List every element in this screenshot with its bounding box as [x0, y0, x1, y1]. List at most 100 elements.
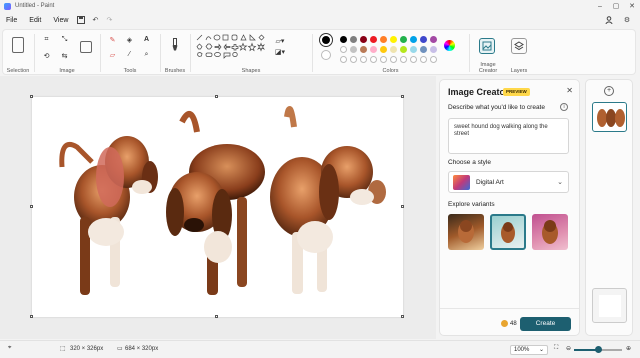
color-swatch[interactable]: [360, 36, 367, 43]
zoom-in-icon[interactable]: ⊕: [626, 345, 631, 352]
color-swatch[interactable]: [360, 46, 367, 53]
layers-icon[interactable]: [511, 38, 527, 54]
resize-handle[interactable]: [401, 95, 404, 98]
brush-icon[interactable]: [170, 37, 180, 51]
custom-color-slot[interactable]: [400, 56, 407, 63]
resize-handle[interactable]: [30, 315, 33, 318]
fit-to-window-icon[interactable]: ⛶: [554, 345, 558, 352]
close-icon[interactable]: ✕: [624, 0, 640, 12]
rotate-icon[interactable]: ⟲: [42, 51, 51, 60]
color-swatch[interactable]: [430, 36, 437, 43]
text-icon[interactable]: A: [142, 35, 151, 44]
shapes-gallery-icon[interactable]: [195, 34, 267, 62]
redo-icon[interactable]: ↷: [102, 13, 116, 27]
magnifier-icon[interactable]: ⌕: [142, 50, 151, 59]
custom-color-slot[interactable]: [340, 56, 347, 63]
layer-thumbnail-active[interactable]: [592, 102, 627, 132]
fill-bucket-icon[interactable]: ◈: [125, 35, 134, 44]
color-swatch[interactable]: [390, 46, 397, 53]
status-bar: ⌖ ⬚ 320 × 326px ▭ 684 × 320px 100% ⌄ ⛶ ⊖ …: [0, 340, 640, 358]
eraser-icon[interactable]: ▱: [108, 50, 117, 59]
variant-thumbnail-2[interactable]: [490, 214, 526, 250]
settings-gear-icon[interactable]: ⚙: [620, 13, 634, 27]
add-layer-icon[interactable]: +: [604, 86, 614, 96]
variant-thumbnail-1[interactable]: [448, 214, 484, 250]
custom-color-slot[interactable]: [370, 56, 377, 63]
color-swatch[interactable]: [350, 46, 357, 53]
divider: [160, 34, 161, 72]
pencil-icon[interactable]: ✎: [108, 35, 117, 44]
resize-handle[interactable]: [215, 95, 218, 98]
color-swatch[interactable]: [340, 46, 347, 53]
account-icon[interactable]: [602, 13, 616, 27]
info-icon[interactable]: i: [560, 103, 568, 111]
image-creator-group[interactable]: Image Creator: [471, 30, 505, 76]
color-swatch[interactable]: [400, 36, 407, 43]
menu-file[interactable]: File: [0, 17, 23, 24]
selection-tool-icon[interactable]: [12, 37, 24, 53]
zoom-select[interactable]: 100% ⌄: [510, 345, 548, 355]
save-icon[interactable]: [74, 13, 88, 27]
canvas-size-icon: ▭: [117, 346, 123, 352]
color-swatch[interactable]: [340, 36, 347, 43]
style-dropdown[interactable]: Digital Art ⌄: [448, 171, 569, 193]
prompt-textarea[interactable]: sweet hound dog walking along the street: [448, 118, 569, 154]
custom-color-slot[interactable]: [380, 56, 387, 63]
minimize-icon[interactable]: –: [592, 0, 608, 12]
custom-color-slot[interactable]: [390, 56, 397, 63]
color-swatch[interactable]: [420, 36, 427, 43]
color-swatch[interactable]: [420, 46, 427, 53]
zoom-out-icon[interactable]: ⊖: [566, 345, 571, 352]
crop-icon[interactable]: ⌗: [42, 35, 51, 44]
color-swatch[interactable]: [380, 36, 387, 43]
panel-divider: [440, 308, 579, 309]
resize-handle[interactable]: [215, 315, 218, 318]
generated-dogs-image: [59, 106, 386, 295]
layer-background-fill: [599, 295, 621, 317]
color-swatch[interactable]: [350, 36, 357, 43]
tools-group-label: Tools: [123, 68, 137, 74]
variant-thumbnail-3[interactable]: [532, 214, 568, 250]
zoom-slider-thumb[interactable]: [594, 346, 602, 353]
zoom-slider[interactable]: [574, 346, 622, 353]
secondary-color-swatch[interactable]: [321, 50, 331, 60]
maximize-icon[interactable]: ▢: [608, 0, 624, 12]
layers-group[interactable]: Layers: [505, 30, 533, 76]
primary-color-swatch[interactable]: [320, 34, 332, 46]
drawing-canvas[interactable]: [32, 97, 403, 317]
close-panel-icon[interactable]: ✕: [566, 86, 573, 95]
image-creator-icon[interactable]: [479, 38, 495, 54]
resize-handle[interactable]: [401, 315, 404, 318]
resize-handle[interactable]: [30, 205, 33, 208]
color-swatch[interactable]: [430, 46, 437, 53]
custom-color-slot[interactable]: [420, 56, 427, 63]
custom-color-slot[interactable]: [410, 56, 417, 63]
shape-fill-icon[interactable]: ◪▾: [273, 47, 287, 56]
create-button[interactable]: Create: [520, 317, 571, 331]
color-swatch[interactable]: [370, 46, 377, 53]
custom-color-slot[interactable]: [430, 56, 437, 63]
resize-icon[interactable]: ⤡: [60, 35, 69, 44]
zoom-value: 100%: [514, 347, 530, 353]
resize-handle[interactable]: [401, 205, 404, 208]
color-swatch[interactable]: [410, 36, 417, 43]
color-swatch[interactable]: [390, 36, 397, 43]
window-controls: – ▢ ✕: [592, 0, 640, 12]
color-swatch[interactable]: [400, 46, 407, 53]
custom-color-slot[interactable]: [360, 56, 367, 63]
layer-thumbnail-background[interactable]: [592, 288, 627, 323]
shape-outline-icon[interactable]: ▱▾: [273, 36, 287, 45]
menu-edit[interactable]: Edit: [23, 17, 47, 24]
resize-handle[interactable]: [30, 95, 33, 98]
custom-color-slot[interactable]: [350, 56, 357, 63]
colors-group: Colors: [314, 30, 467, 76]
color-picker-icon[interactable]: ⁄: [125, 50, 134, 59]
color-swatch[interactable]: [380, 46, 387, 53]
color-swatch[interactable]: [370, 36, 377, 43]
color-swatch[interactable]: [410, 46, 417, 53]
image-select-icon[interactable]: [80, 41, 92, 53]
flip-icon[interactable]: ⇆: [60, 51, 69, 60]
undo-icon[interactable]: ↶: [88, 13, 102, 27]
menu-view[interactable]: View: [47, 17, 74, 24]
edit-colors-icon[interactable]: [444, 40, 455, 51]
